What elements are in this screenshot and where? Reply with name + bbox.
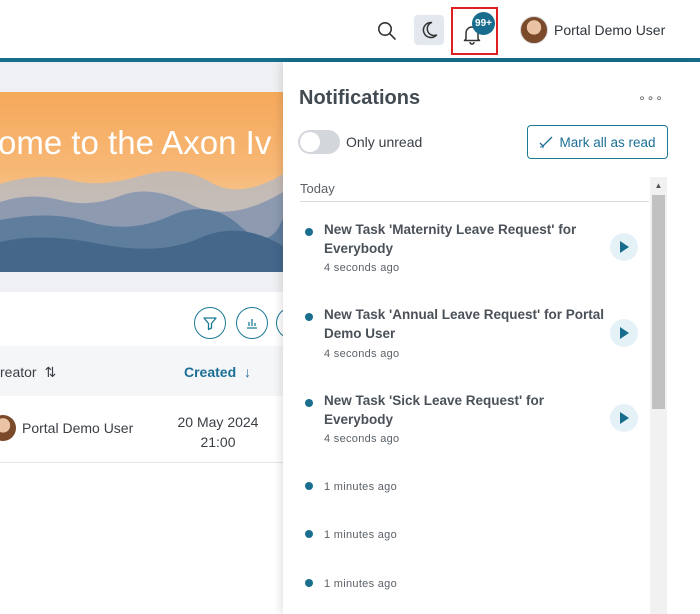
open-task-button[interactable] — [610, 319, 638, 347]
more-options-button[interactable]: ∘∘∘ — [638, 90, 664, 106]
ellipsis-icon: ∘∘∘ — [638, 91, 664, 105]
task-grid — [0, 292, 283, 614]
row-divider — [0, 462, 283, 463]
section-today: Today — [300, 181, 335, 196]
notification-time: 4 seconds ago — [324, 433, 400, 445]
toggle-knob — [300, 132, 320, 152]
mark-all-read-button[interactable]: Mark all as read — [527, 125, 668, 159]
notification-count-badge: 99+ — [472, 12, 495, 35]
panel-title: Notifications — [299, 87, 421, 109]
unread-dot — [305, 313, 313, 321]
column-header-created[interactable]: Created ↓ — [184, 364, 251, 380]
section-divider — [300, 201, 649, 202]
notification-time: 4 seconds ago — [324, 262, 400, 274]
avatar — [520, 16, 548, 44]
notification-time: 4 seconds ago — [324, 348, 400, 360]
play-icon — [620, 241, 629, 253]
filter-button[interactable] — [194, 307, 226, 339]
search-icon — [378, 22, 396, 40]
notification-time: 1 minutes ago — [324, 481, 397, 493]
only-unread-label: Only unread — [346, 134, 423, 150]
notifications-button[interactable]: 99+ — [451, 7, 498, 55]
sort-icon: ⇅ — [44, 364, 57, 380]
check-icon — [540, 136, 553, 148]
open-task-button[interactable] — [610, 233, 638, 261]
column-header-creator[interactable]: reator ⇅ — [0, 364, 56, 381]
user-name: Portal Demo User — [554, 22, 666, 38]
unread-dot — [305, 399, 313, 407]
sort-desc-icon: ↓ — [244, 364, 252, 380]
welcome-banner: ome to the Axon Iv — [0, 92, 283, 272]
chart-columns-icon — [247, 319, 257, 329]
play-icon — [620, 412, 629, 424]
search-button[interactable] — [372, 16, 402, 46]
columns-button[interactable] — [236, 307, 268, 339]
filter-icon — [203, 317, 217, 331]
notification-title: New Task 'Sick Leave Request' for Everyb… — [324, 393, 545, 427]
dark-mode-toggle[interactable] — [414, 15, 444, 45]
scrollbar-thumb[interactable] — [652, 195, 665, 409]
user-menu[interactable]: Portal Demo User — [520, 15, 665, 45]
notifications-panel: Notifications ∘∘∘ Only unread Mark all a… — [283, 62, 700, 614]
open-task-button[interactable] — [610, 404, 638, 432]
scrollbar[interactable]: ▲ — [650, 177, 667, 614]
row-created-date: 20 May 2024 21:00 — [177, 414, 259, 450]
notification-title: New Task 'Maternity Leave Request' for E… — [324, 222, 577, 256]
moon-icon — [422, 21, 438, 39]
unread-dot — [305, 530, 313, 538]
row-creator: Portal Demo User — [22, 420, 134, 436]
notification-title: New Task 'Annual Leave Request' for Port… — [324, 307, 604, 341]
notification-time: 1 minutes ago — [324, 529, 397, 541]
only-unread-toggle[interactable] — [298, 130, 340, 154]
unread-dot — [305, 228, 313, 236]
play-icon — [620, 327, 629, 339]
banner-title: ome to the Axon Iv — [0, 124, 272, 161]
scroll-up-arrow-icon[interactable]: ▲ — [650, 177, 667, 194]
top-bar: 99+ Portal Demo User — [0, 0, 700, 60]
notification-time: 1 minutes ago — [324, 578, 397, 590]
unread-dot — [305, 579, 313, 587]
mountain-illustration — [0, 171, 283, 272]
unread-dot — [305, 482, 313, 490]
